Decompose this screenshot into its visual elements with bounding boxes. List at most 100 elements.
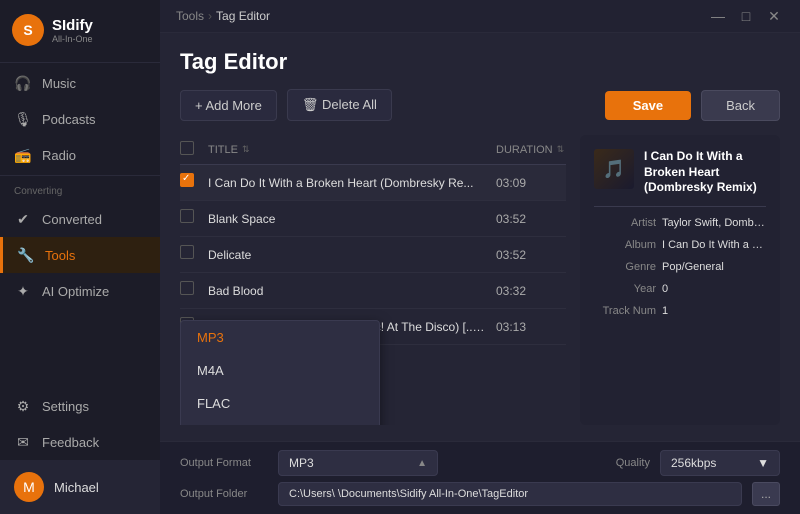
sidebar-item-settings-label: Settings (42, 399, 89, 414)
logo-icon: S (12, 14, 44, 46)
content-area: TITLE ⇅ DURATION ⇅ I Can Do (180, 135, 780, 425)
row-3-checkbox[interactable] (180, 281, 194, 295)
header-duration: DURATION ⇅ (496, 144, 566, 156)
tools-icon: 🔧 (17, 246, 35, 264)
sidebar-item-feedback-label: Feedback (42, 435, 99, 450)
detail-field-year: Year 0 (594, 283, 766, 295)
sidebar-divider-1 (0, 62, 160, 63)
logo: S SIdify All-In-One (0, 0, 160, 60)
detail-field-album: Album I Can Do It With a Broken H (594, 239, 766, 251)
row-0-title: I Can Do It With a Broken Heart (Dombres… (208, 176, 496, 190)
quality-label: Quality (616, 457, 650, 469)
sidebar: S SIdify All-In-One 🎧 Music 🎙 Podcasts 📻… (0, 0, 160, 514)
music-icon: 🎧 (14, 74, 32, 92)
delete-all-button[interactable]: 🗑 Delete All (287, 89, 392, 121)
sidebar-item-converted-label: Converted (42, 212, 102, 227)
sidebar-item-music[interactable]: 🎧 Music (0, 65, 160, 101)
feedback-icon: ✉ (14, 433, 32, 451)
table-body: I Can Do It With a Broken Heart (Dombres… (180, 165, 566, 425)
user-profile[interactable]: M Michael (0, 460, 160, 514)
sidebar-item-radio-label: Radio (42, 148, 76, 163)
folder-path: C:\Users\ \Documents\Sidify All-In-One\T… (278, 482, 742, 506)
converted-icon: ✔ (14, 210, 32, 228)
table-row[interactable]: Blank Space 03:52 (180, 201, 566, 237)
detail-header: 🎵 I Can Do It With a Broken Heart (Dombr… (594, 149, 766, 196)
detail-panel: 🎵 I Can Do It With a Broken Heart (Dombr… (580, 135, 780, 425)
sidebar-item-ai-optimize[interactable]: ✦ AI Optimize (0, 273, 160, 309)
row-0-check[interactable] (180, 173, 208, 192)
row-2-title: Delicate (208, 248, 496, 262)
row-3-check[interactable] (180, 281, 208, 300)
dropdown-item-mp3[interactable]: MP3 (181, 321, 379, 354)
main-area: Tools › Tag Editor — □ ✕ Tag Editor + Ad… (160, 0, 800, 514)
row-4-duration: 03:13 (496, 320, 566, 334)
sidebar-item-tools[interactable]: 🔧 Tools (0, 237, 160, 273)
radio-icon: 📻 (14, 146, 32, 164)
table-row[interactable]: Bad Blood 03:32 (180, 273, 566, 309)
window-controls: — □ ✕ (708, 6, 784, 26)
format-row: Output Format MP3 ▲ Quality 256kbps ▼ (180, 450, 780, 476)
tracknum-value: 1 (662, 305, 766, 317)
topbar: Tools › Tag Editor — □ ✕ (160, 0, 800, 33)
title-sort-icon: ⇅ (242, 144, 250, 155)
breadcrumb-current: Tag Editor (216, 9, 270, 23)
format-select[interactable]: MP3 ▲ (278, 450, 438, 476)
quality-chevron-icon: ▼ (757, 456, 769, 470)
sidebar-divider-2 (0, 175, 160, 176)
selected-quality: 256kbps (671, 456, 716, 470)
breadcrumb-parent: Tools (176, 9, 204, 23)
row-1-title: Blank Space (208, 212, 496, 226)
user-avatar: M (14, 472, 44, 502)
user-name: Michael (54, 480, 99, 495)
output-format-label: Output Format (180, 457, 268, 469)
ai-optimize-icon: ✦ (14, 282, 32, 300)
folder-browse-button[interactable]: ... (752, 482, 780, 506)
row-1-check[interactable] (180, 209, 208, 228)
save-button[interactable]: Save (605, 91, 691, 120)
row-3-title: Bad Blood (208, 284, 496, 298)
album-value: I Can Do It With a Broken H (662, 239, 766, 251)
table-row[interactable]: I Can Do It With a Broken Heart (Dombres… (180, 165, 566, 201)
sidebar-item-settings[interactable]: ⚙ Settings (0, 388, 160, 424)
header-title: TITLE ⇅ (208, 144, 496, 156)
row-2-check[interactable] (180, 245, 208, 264)
minimize-button[interactable]: — (708, 6, 728, 26)
format-dropdown: MP3 M4A FLAC OGG AIFF (180, 320, 380, 425)
podcasts-icon: 🎙 (14, 110, 32, 128)
header-checkbox[interactable] (180, 141, 194, 155)
page-content: Tag Editor + Add More 🗑 Delete All Save … (160, 33, 800, 441)
logo-text: SIdify All-In-One (52, 17, 93, 44)
sidebar-item-converted[interactable]: ✔ Converted (0, 201, 160, 237)
maximize-button[interactable]: □ (736, 6, 756, 26)
sidebar-item-radio[interactable]: 📻 Radio (0, 137, 160, 173)
row-1-checkbox[interactable] (180, 209, 194, 223)
dropdown-item-ogg[interactable]: OGG (181, 420, 379, 425)
dropdown-item-m4a[interactable]: M4A (181, 354, 379, 387)
sidebar-bottom: ⚙ Settings ✉ Feedback M Michael (0, 388, 160, 514)
sidebar-item-feedback[interactable]: ✉ Feedback (0, 424, 160, 460)
quality-select[interactable]: 256kbps ▼ (660, 450, 780, 476)
detail-title: I Can Do It With a Broken Heart (Dombres… (644, 149, 766, 196)
close-button[interactable]: ✕ (764, 6, 784, 26)
row-2-duration: 03:52 (496, 248, 566, 262)
row-0-duration: 03:09 (496, 176, 566, 190)
header-check (180, 141, 208, 158)
back-button[interactable]: Back (701, 90, 780, 121)
artist-label: Artist (594, 217, 656, 229)
detail-field-genre: Genre Pop/General (594, 261, 766, 273)
genre-label: Genre (594, 261, 656, 273)
dropdown-item-flac[interactable]: FLAC (181, 387, 379, 420)
breadcrumb: Tools › Tag Editor (176, 9, 270, 23)
duration-col-label: DURATION (496, 144, 553, 156)
row-0-checkbox[interactable] (180, 173, 194, 187)
detail-field-tracknum: Track Num 1 (594, 305, 766, 317)
title-col-label: TITLE (208, 144, 238, 156)
row-2-checkbox[interactable] (180, 245, 194, 259)
add-more-button[interactable]: + Add More (180, 90, 277, 121)
row-1-duration: 03:52 (496, 212, 566, 226)
table-row[interactable]: Delicate 03:52 (180, 237, 566, 273)
format-chevron-icon: ▲ (417, 458, 427, 469)
album-label: Album (594, 239, 656, 251)
table-header: TITLE ⇅ DURATION ⇅ (180, 135, 566, 165)
sidebar-item-podcasts[interactable]: 🎙 Podcasts (0, 101, 160, 137)
